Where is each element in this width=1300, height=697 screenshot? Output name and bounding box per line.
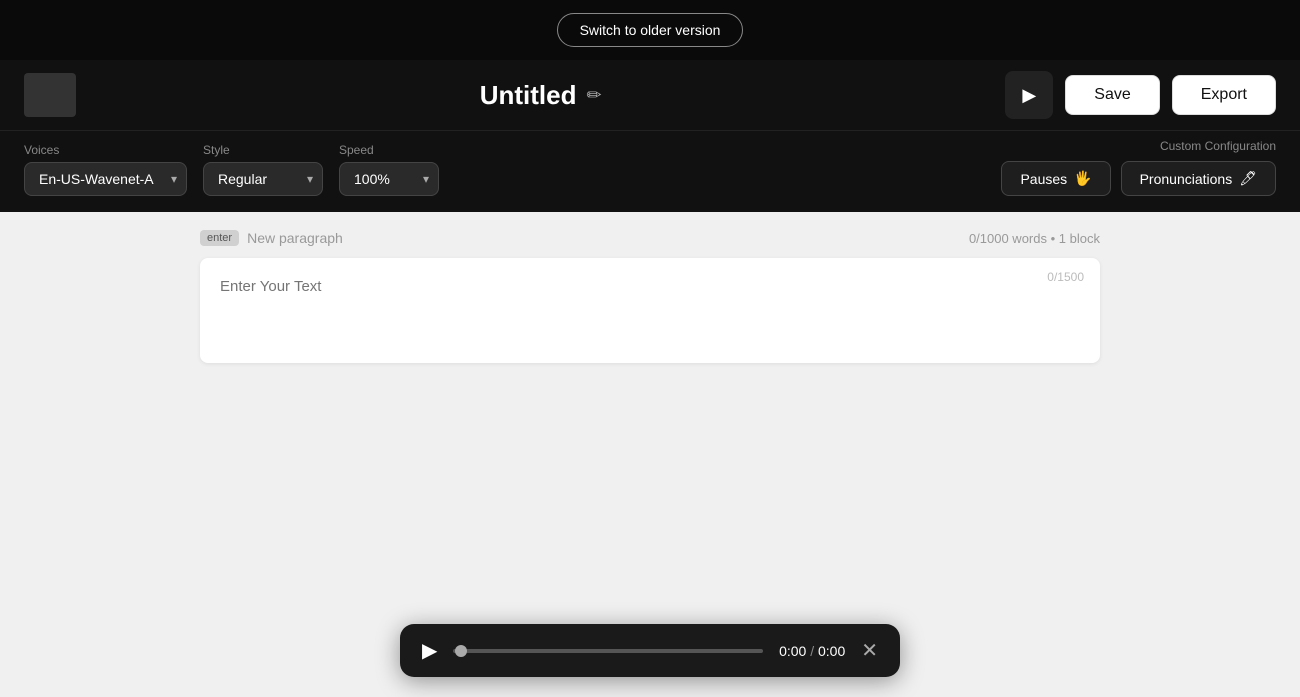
progress-knob	[455, 645, 467, 657]
switch-version-button[interactable]: Switch to older version	[557, 13, 744, 47]
header-bar: Untitled ✏ ▶ Save Export	[0, 60, 1300, 130]
pronunciations-icon: 🖊	[1239, 170, 1257, 187]
total-time: 0:00	[818, 643, 845, 659]
style-select-wrapper: Regular	[203, 162, 323, 196]
close-player-button[interactable]: ✕	[861, 638, 878, 663]
editor-container: 0/1500	[200, 258, 1100, 363]
pronunciations-label: Pronunciations	[1140, 171, 1233, 187]
speed-select[interactable]: 100%	[339, 162, 439, 196]
controls-right: Custom Configuration Pauses 🖐 Pronunciat…	[1001, 139, 1276, 196]
player-play-button[interactable]: ▶	[422, 638, 437, 663]
word-count: 0/1000 words • 1 block	[969, 231, 1100, 246]
pauses-label: Pauses	[1020, 171, 1067, 187]
export-button[interactable]: Export	[1172, 75, 1276, 115]
char-count: 0/1500	[1047, 270, 1084, 284]
speed-control: Speed 100%	[339, 143, 439, 196]
new-paragraph-text: New paragraph	[247, 230, 343, 246]
header-actions: ▶ Save Export	[1005, 71, 1276, 119]
close-player-icon: ✕	[861, 640, 878, 662]
save-button[interactable]: Save	[1065, 75, 1159, 115]
paragraph-hint: enter New paragraph	[200, 230, 343, 246]
time-separator: /	[810, 643, 818, 659]
paragraph-header: enter New paragraph 0/1000 words • 1 blo…	[0, 212, 1300, 258]
speed-select-wrapper: 100%	[339, 162, 439, 196]
voices-label: Voices	[24, 143, 187, 157]
style-control: Style Regular	[203, 143, 323, 196]
progress-bar[interactable]	[453, 649, 763, 653]
word-count-value: 0/1000 words	[969, 231, 1047, 246]
media-player: ▶ 0:00 / 0:00 ✕	[400, 624, 900, 677]
voices-select-wrapper: En-US-Wavenet-A	[24, 162, 187, 196]
top-bar: Switch to older version	[0, 0, 1300, 60]
word-count-separator: •	[1051, 231, 1059, 246]
config-buttons: Pauses 🖐 Pronunciations 🖊	[1001, 161, 1276, 196]
custom-config-label: Custom Configuration	[1160, 139, 1276, 153]
play-button-header[interactable]: ▶	[1005, 71, 1053, 119]
pronunciations-button[interactable]: Pronunciations 🖊	[1121, 161, 1276, 196]
voices-select[interactable]: En-US-Wavenet-A	[24, 162, 187, 196]
current-time: 0:00	[779, 643, 806, 659]
controls-left: Voices En-US-Wavenet-A Style Regular Spe…	[24, 143, 439, 196]
logo	[24, 73, 76, 117]
voices-control: Voices En-US-Wavenet-A	[24, 143, 187, 196]
project-title: Untitled	[480, 80, 577, 111]
play-icon-header: ▶	[1022, 85, 1036, 106]
text-editor[interactable]	[220, 278, 1080, 338]
controls-bar: Voices En-US-Wavenet-A Style Regular Spe…	[0, 130, 1300, 212]
style-label: Style	[203, 143, 323, 157]
time-display: 0:00 / 0:00	[779, 643, 845, 659]
main-content: enter New paragraph 0/1000 words • 1 blo…	[0, 212, 1300, 669]
pauses-icon: 🖐	[1074, 170, 1091, 187]
edit-title-icon[interactable]: ✏	[586, 85, 601, 106]
player-play-icon: ▶	[422, 638, 437, 663]
style-select[interactable]: Regular	[203, 162, 323, 196]
header-center: Untitled ✏	[76, 80, 1005, 111]
enter-badge: enter	[200, 230, 239, 246]
block-count-value: 1 block	[1059, 231, 1100, 246]
pauses-button[interactable]: Pauses 🖐	[1001, 161, 1110, 196]
speed-label: Speed	[339, 143, 439, 157]
